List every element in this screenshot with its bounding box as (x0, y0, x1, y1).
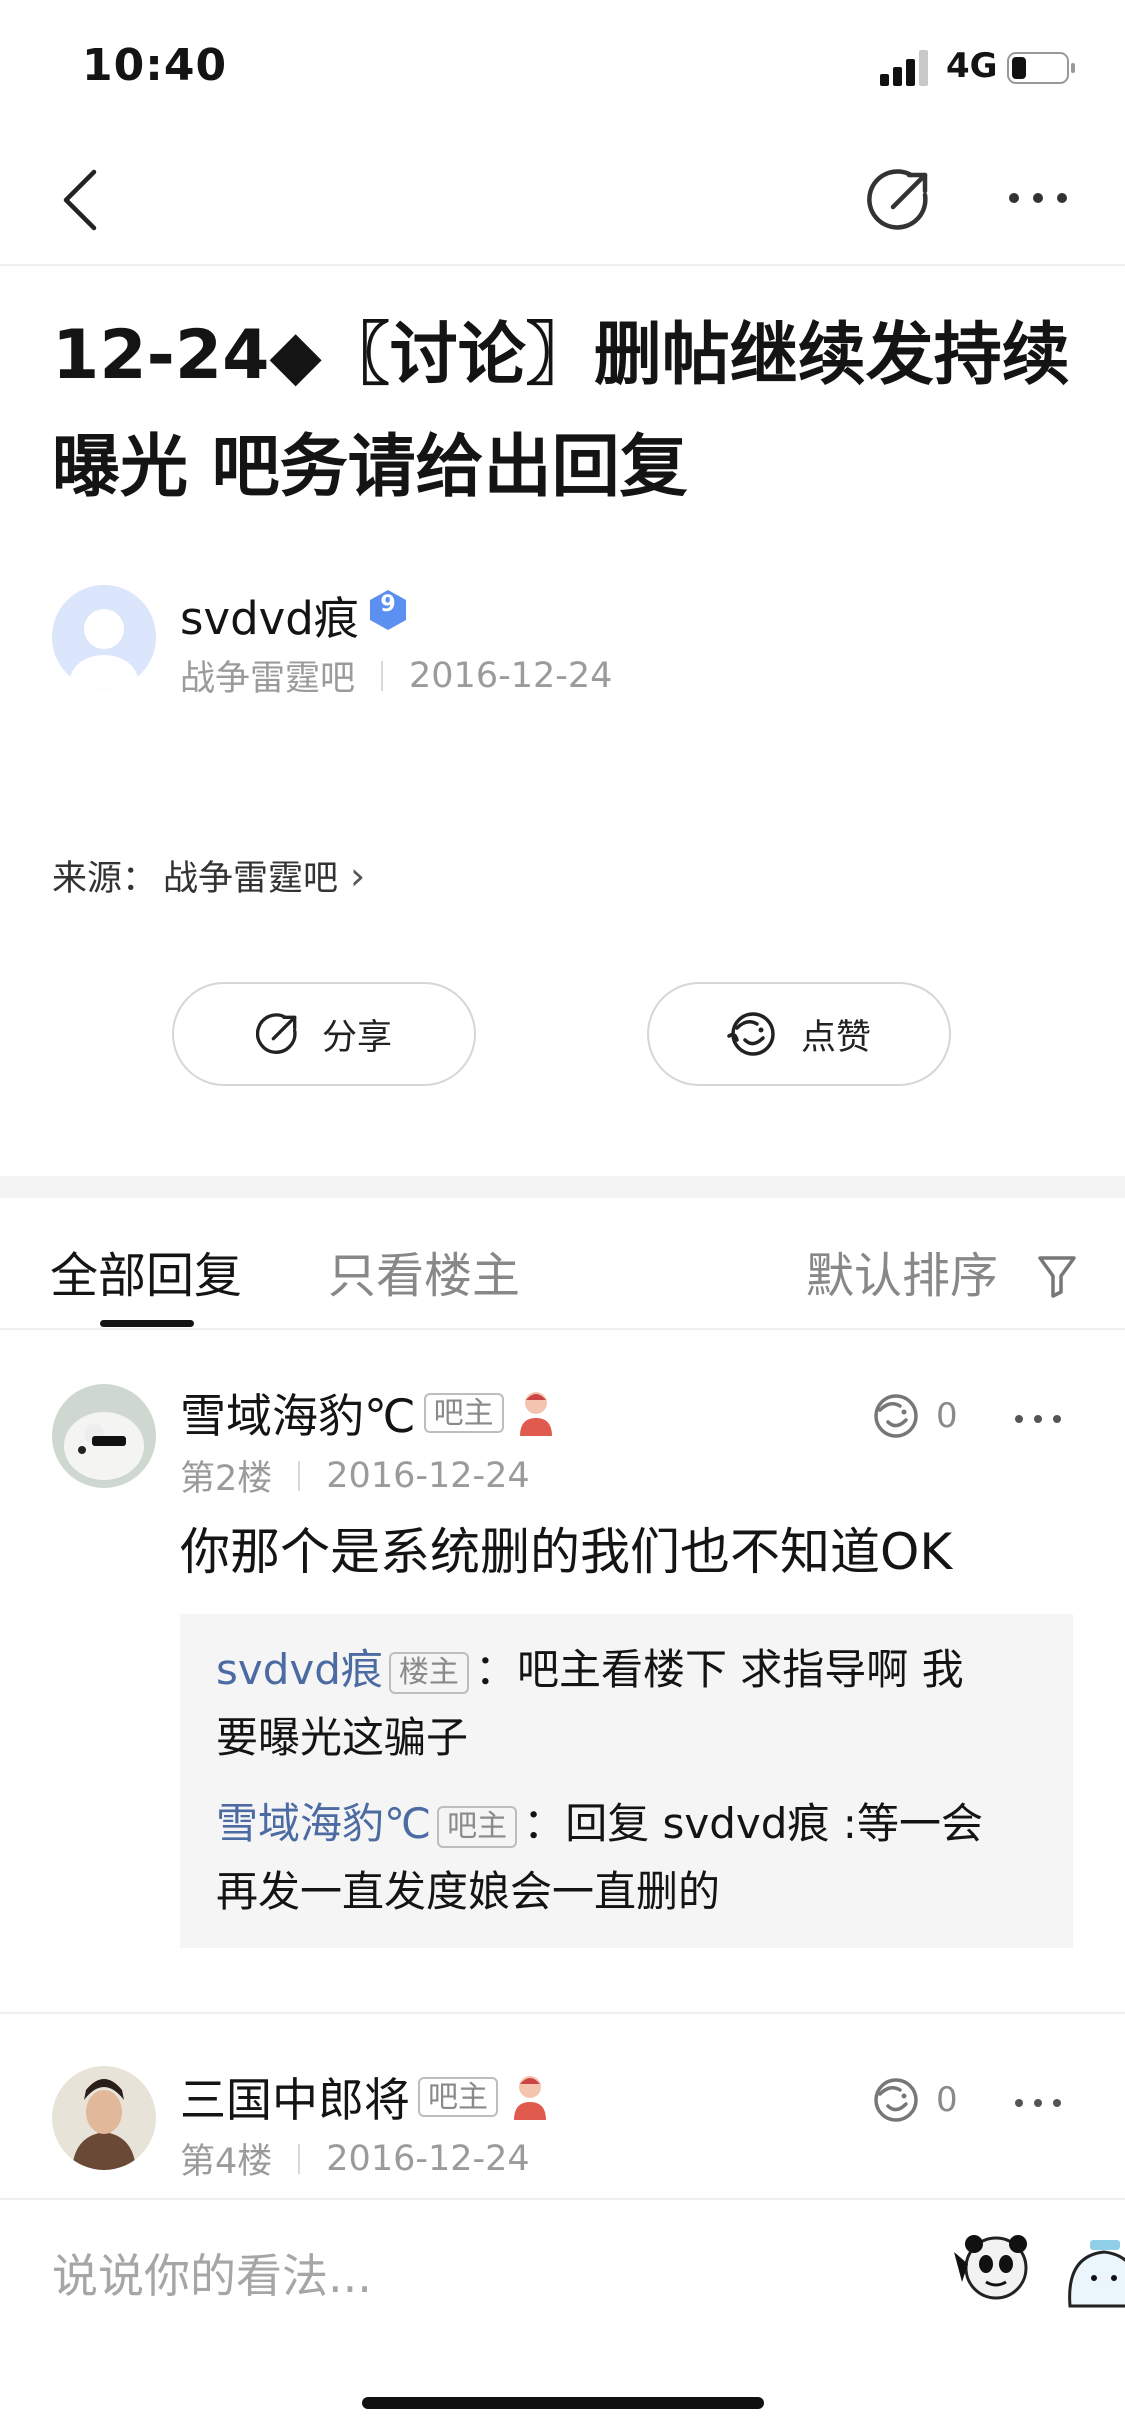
more-button[interactable] (1006, 178, 1070, 218)
composer-divider (0, 2198, 1125, 2200)
sub-role-tag: 楼主 (388, 1651, 469, 1694)
like-face-icon (874, 1394, 918, 1438)
sub-role-tag: 吧主 (437, 1805, 518, 1848)
back-button[interactable] (50, 160, 110, 240)
reply-floor: 第2楼 (180, 1459, 273, 1499)
author-avatar[interactable] (52, 585, 156, 689)
sub-reply-author[interactable]: svdvd痕 (216, 1645, 383, 1694)
sub-reply-colon: ： (474, 1645, 517, 1694)
panda-sticker-icon (946, 2222, 1036, 2312)
seal-avatar-image (52, 1384, 156, 1488)
general-avatar-image (52, 2066, 156, 2170)
emoji-sticker-button[interactable] (1060, 2226, 1125, 2312)
cell-signal-icon (880, 50, 928, 86)
moderator-icon (519, 1392, 552, 1436)
chevron-right-icon: › (350, 853, 366, 898)
tabs-divider (0, 1328, 1125, 1330)
sub-reply-text-cont: 再发一直发度娘会一直删的 (216, 1867, 721, 1916)
role-tag: 吧主 (418, 2077, 498, 2117)
like-label: 点赞 (800, 1017, 871, 1058)
nav-divider (0, 264, 1125, 266)
share-icon (255, 1013, 297, 1054)
reply-meta: 第4楼 2016-12-24 (180, 2133, 530, 2184)
reply-header: 雪域海豹℃ 吧主 (180, 1380, 556, 1446)
like-face-icon (727, 1012, 775, 1056)
network-type: 4G (946, 46, 998, 86)
sub-reply[interactable]: svdvd痕 楼主 ：吧主看楼下 求指导啊 我 要曝光这骗子 (216, 1636, 1036, 1772)
reply-date: 2016-12-24 (326, 2138, 530, 2179)
chevron-left-icon (63, 169, 97, 231)
reply-author-name[interactable]: 三国中郎将 (180, 2064, 410, 2130)
sub-reply-text: 吧主看楼下 求指导啊 我 (516, 1645, 964, 1694)
filter-icon (1038, 1256, 1077, 1298)
meta-separator (381, 660, 384, 691)
reply-floor: 第4楼 (180, 2142, 273, 2182)
more-horizontal-icon (1015, 2099, 1061, 2107)
reply-header: 三国中郎将 吧主 (180, 2064, 550, 2130)
sub-reply-text: 回复 svdvd痕 :等一会 (565, 1799, 983, 1848)
status-time: 10:40 (82, 40, 228, 91)
battery-icon (1007, 52, 1075, 84)
home-indicator (362, 2397, 764, 2409)
source-link[interactable]: 来源： 战争雷霆吧 › (52, 850, 365, 901)
sub-reply-colon: ： (523, 1799, 566, 1848)
author-meta: 战争雷霆吧 2016-12-24 (180, 650, 612, 701)
reply-like-count: 0 (936, 2080, 958, 2120)
source-forum: 战争雷霆吧 (163, 859, 339, 899)
sub-reply[interactable]: 雪域海豹℃ 吧主 ：回复 svdvd痕 :等一会 再发一直发度娘会一直删的 (216, 1790, 1036, 1926)
role-tag: 吧主 (423, 1393, 504, 1433)
sort-label: 默认排序 (806, 1248, 999, 1304)
level-number: 9 (380, 592, 396, 617)
moderator-icon (514, 2076, 546, 2120)
reply-avatar[interactable] (52, 2066, 156, 2170)
sub-reply-author[interactable]: 雪域海豹℃ (216, 1799, 431, 1848)
sub-reply-text-cont: 要曝光这骗子 (216, 1713, 469, 1762)
default-avatar-icon (52, 585, 156, 689)
like-pill-button[interactable]: 点赞 (647, 982, 951, 1086)
sub-replies-box[interactable]: svdvd痕 楼主 ：吧主看楼下 求指导啊 我 要曝光这骗子 雪域海豹℃ 吧主 ：回复 … (180, 1614, 1073, 1948)
reply-like-count: 0 (936, 1396, 958, 1436)
reply-like-button[interactable]: 0 (870, 2076, 958, 2124)
section-gap (0, 1176, 1125, 1198)
level-badge: 9 (366, 588, 410, 632)
share-icon (867, 169, 928, 230)
reply-divider (0, 2012, 1125, 2014)
like-face-icon (874, 2078, 918, 2122)
reply-more-button[interactable] (1010, 2088, 1066, 2118)
post-date: 2016-12-24 (409, 655, 613, 696)
tab-active-indicator (100, 1320, 194, 1327)
tab-all-replies[interactable]: 全部回复 (50, 1236, 242, 1306)
author-name[interactable]: svdvd痕 (180, 582, 359, 647)
share-button[interactable] (864, 164, 936, 236)
ghost-sticker-icon (1060, 2226, 1125, 2312)
share-label: 分享 (321, 1017, 392, 1058)
reply-meta: 第2楼 2016-12-24 (180, 1450, 530, 1501)
meta-separator (298, 2143, 301, 2174)
reply-content: 你那个是系统删的我们也不知道OK (180, 1523, 953, 1581)
sort-dropdown[interactable]: 默认排序 (806, 1236, 1077, 1306)
post-title: 12-24◆〖讨论〗删帖继续发持续曝光 吧务请给出回复 (52, 316, 1070, 507)
emoji-sticker-button[interactable] (946, 2222, 1036, 2312)
comment-input[interactable]: 说说你的看法... (52, 2240, 372, 2306)
share-pill-button[interactable]: 分享 (172, 982, 476, 1086)
more-horizontal-icon (1015, 1415, 1061, 1423)
tab-op-only[interactable]: 只看楼主 (328, 1236, 520, 1306)
reply-like-button[interactable]: 0 (870, 1392, 958, 1440)
reply-date: 2016-12-24 (326, 1455, 530, 1496)
source-label: 来源： (52, 859, 158, 899)
reply-author-name[interactable]: 雪域海豹℃ (180, 1380, 416, 1446)
meta-separator (298, 1460, 301, 1491)
more-horizontal-icon (1009, 193, 1067, 203)
reply-avatar[interactable] (52, 1384, 156, 1488)
reply-more-button[interactable] (1010, 1404, 1066, 1434)
author-forum[interactable]: 战争雷霆吧 (180, 650, 355, 701)
